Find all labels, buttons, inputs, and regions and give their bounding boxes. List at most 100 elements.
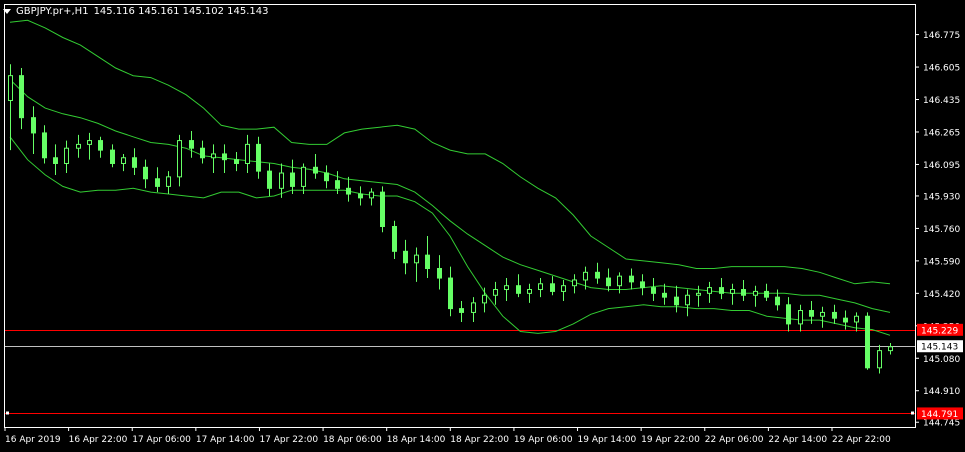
x-tick-label: 22 Apr 22:00 xyxy=(832,435,891,445)
chart-background xyxy=(0,0,965,452)
candle-body xyxy=(719,287,724,294)
current-price-label: 145.143 xyxy=(921,343,958,353)
y-tick-label: 145.420 xyxy=(923,290,960,300)
candle-body xyxy=(493,289,498,296)
candle-body xyxy=(662,292,667,298)
candle-body xyxy=(8,75,13,101)
y-tick-label: 144.745 xyxy=(923,419,960,429)
x-tick-label: 17 Apr 06:00 xyxy=(132,435,191,445)
candle-body xyxy=(222,153,227,161)
x-tick-label: 22 Apr 06:00 xyxy=(705,435,764,445)
candle-body xyxy=(155,178,160,187)
candle-body xyxy=(798,310,803,325)
candle-body xyxy=(854,315,859,323)
x-tick-label: 18 Apr 22:00 xyxy=(450,435,509,445)
candle-body xyxy=(572,279,577,287)
candle-body xyxy=(64,147,69,164)
y-tick-label: 146.095 xyxy=(923,161,960,171)
candle-body xyxy=(504,285,509,291)
y-tick-label: 146.775 xyxy=(923,31,960,41)
candle-body xyxy=(87,140,92,145)
candle-body xyxy=(809,310,814,317)
y-tick-label: 146.265 xyxy=(923,128,960,138)
candle-body xyxy=(392,226,397,252)
x-tick-label: 18 Apr 14:00 xyxy=(387,435,446,445)
chart-header: GBPJPY.pr+,H1 145.116 145.161 145.102 14… xyxy=(3,6,269,17)
candle-body xyxy=(380,191,385,228)
candle-body xyxy=(358,193,363,199)
candle-body xyxy=(685,294,690,306)
candle-body xyxy=(200,147,205,159)
candle-body xyxy=(403,250,408,264)
candle-body xyxy=(279,172,284,189)
candle-body xyxy=(741,289,746,296)
candle-body xyxy=(166,176,171,187)
ohlc-values: 145.116 145.161 145.102 145.143 xyxy=(93,6,269,17)
y-tick-label: 145.590 xyxy=(923,257,960,267)
candle-body xyxy=(583,271,588,281)
candle-body xyxy=(516,285,521,294)
candle-body xyxy=(538,283,543,291)
candle-body xyxy=(730,289,735,294)
candle-body xyxy=(98,140,103,151)
candle-body xyxy=(696,292,701,296)
candle-body xyxy=(143,166,148,180)
candle xyxy=(865,312,870,370)
candle-body xyxy=(640,281,645,289)
symbol-label: GBPJPY.pr+,H1 xyxy=(16,6,89,17)
y-tick-label: 144.910 xyxy=(923,387,960,397)
candle-body xyxy=(707,287,712,294)
x-tick-label: 17 Apr 14:00 xyxy=(196,435,255,445)
y-tick-label: 145.080 xyxy=(923,355,960,365)
candle-body xyxy=(448,277,453,310)
candle-body xyxy=(482,294,487,304)
candle-body xyxy=(19,75,24,119)
candle-body xyxy=(53,157,58,164)
x-tick-label: 19 Apr 22:00 xyxy=(641,435,700,445)
x-tick-label: 17 Apr 22:00 xyxy=(259,435,318,445)
candle-body xyxy=(234,159,239,164)
candle-body xyxy=(211,153,216,159)
candle-body xyxy=(42,132,47,159)
candle-body xyxy=(189,140,194,149)
candle-body xyxy=(121,157,126,164)
candle-body xyxy=(369,191,374,199)
candle-body xyxy=(550,283,555,292)
candle-body xyxy=(629,275,634,283)
candle-body xyxy=(471,302,476,313)
candle-body xyxy=(132,157,137,168)
candle-body xyxy=(595,271,600,279)
price-chart[interactable]: 146.775 146.605 146.435 146.265 146.095 145.9… xyxy=(0,0,965,452)
candle-body xyxy=(651,287,656,294)
candle-body xyxy=(177,140,182,178)
candle-body xyxy=(425,254,430,270)
candle-body xyxy=(820,311,825,317)
candle-body xyxy=(606,277,611,287)
x-tick-label: 16 Apr 2019 xyxy=(5,435,61,445)
candle-body xyxy=(313,166,318,174)
candle xyxy=(380,186,385,233)
hline-handle-left xyxy=(6,411,9,415)
candle-body xyxy=(346,187,351,195)
candle-body xyxy=(764,290,769,298)
y-tick-label: 146.435 xyxy=(923,96,960,106)
candle-body xyxy=(290,172,295,187)
candle-body xyxy=(459,308,464,313)
candle-body xyxy=(324,172,329,182)
candle-body xyxy=(877,350,882,369)
candle-body xyxy=(245,143,250,164)
candle-body xyxy=(31,117,36,134)
candle-body xyxy=(301,166,306,187)
candle-body xyxy=(832,311,837,319)
hline-price-label-0: 145.229 xyxy=(921,326,958,336)
hline-price-label-1: 144.791 xyxy=(921,410,958,420)
candle-body xyxy=(888,346,893,352)
candle-body xyxy=(110,149,115,164)
candle-body xyxy=(865,315,870,369)
candle-body xyxy=(753,290,758,296)
triangle-down-icon[interactable] xyxy=(3,9,11,14)
x-tick-label: 16 Apr 22:00 xyxy=(69,435,128,445)
candle-body xyxy=(437,268,442,279)
candle-body xyxy=(786,304,791,325)
y-tick-label: 146.605 xyxy=(923,64,960,74)
